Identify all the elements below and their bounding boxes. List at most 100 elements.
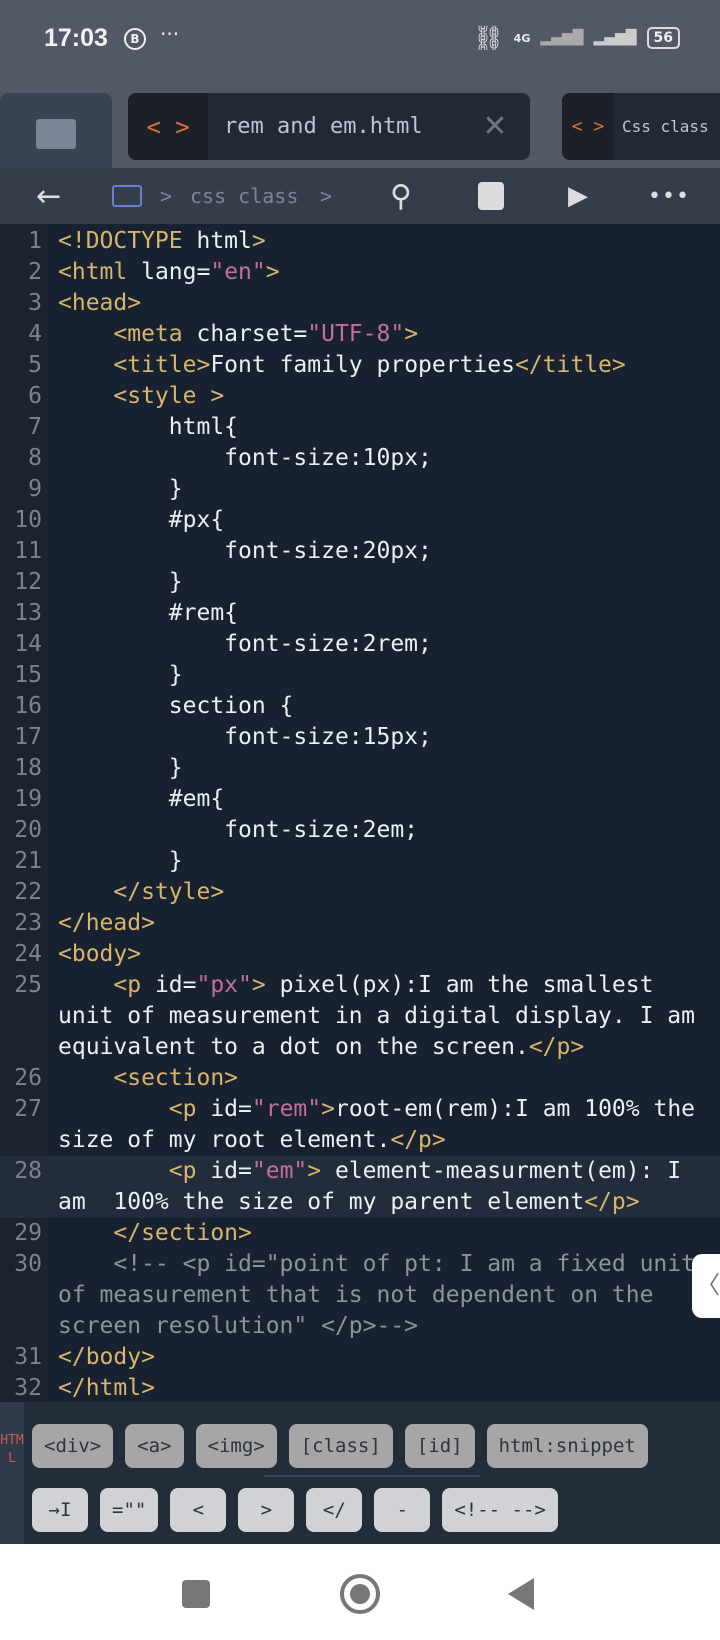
- quick-key[interactable]: [class]: [288, 1424, 393, 1468]
- quick-key[interactable]: <div>: [32, 1424, 114, 1468]
- code-text[interactable]: </section>: [48, 1218, 708, 1249]
- keyboard-mode-toggle[interactable]: HTML: [0, 1402, 24, 1544]
- line-number: 11: [14, 538, 42, 564]
- code-text[interactable]: <head>: [48, 288, 708, 319]
- quick-key[interactable]: -: [374, 1488, 431, 1532]
- code-line[interactable]: 1 <!DOCTYPE html>: [0, 226, 720, 257]
- code-line[interactable]: 32 </html>: [0, 1373, 720, 1402]
- code-text[interactable]: #rem{: [48, 598, 708, 629]
- code-line[interactable]: 24 <body>: [0, 939, 720, 970]
- code-text[interactable]: }: [48, 846, 708, 877]
- code-line[interactable]: 20 font-size:2em;: [0, 815, 720, 846]
- code-text[interactable]: font-size:15px;: [48, 722, 708, 753]
- code-text[interactable]: </head>: [48, 908, 708, 939]
- code-text[interactable]: #em{: [48, 784, 708, 815]
- code-line[interactable]: 22 </style>: [0, 877, 720, 908]
- quick-key[interactable]: <: [170, 1488, 227, 1532]
- code-line[interactable]: 16 section {: [0, 691, 720, 722]
- code-lines[interactable]: 1 <!DOCTYPE html> 2 <html lang="en"> 3 <head>…: [0, 226, 720, 1402]
- code-text[interactable]: #px{: [48, 505, 708, 536]
- code-text[interactable]: }: [48, 660, 708, 691]
- home-button[interactable]: [340, 1574, 380, 1614]
- code-text[interactable]: <!-- <p id="point of pt: I am a fixed un…: [48, 1249, 708, 1342]
- code-line[interactable]: 19 #em{: [0, 784, 720, 815]
- code-line[interactable]: 21 }: [0, 846, 720, 877]
- code-line[interactable]: 17 font-size:15px;: [0, 722, 720, 753]
- code-editor[interactable]: 1 <!DOCTYPE html> 2 <html lang="en"> 3 <head>…: [0, 224, 720, 1402]
- code-text[interactable]: html{: [48, 412, 708, 443]
- code-line[interactable]: 8 font-size:10px;: [0, 443, 720, 474]
- code-text[interactable]: <style >: [48, 381, 708, 412]
- code-line[interactable]: 7 html{: [0, 412, 720, 443]
- breadcrumb[interactable]: css class: [190, 168, 298, 224]
- code-line[interactable]: 2 <html lang="en">: [0, 257, 720, 288]
- tab-css-class[interactable]: < > Css class: [562, 93, 720, 160]
- quick-key[interactable]: [id]: [404, 1424, 475, 1468]
- more-menu-icon[interactable]: •••: [648, 168, 690, 224]
- code-line[interactable]: 12 }: [0, 567, 720, 598]
- code-line[interactable]: 27 <p id="rem">root-em(rem):I am 100% th…: [0, 1094, 720, 1156]
- code-text[interactable]: <p id="px"> pixel(px):I am the smallest …: [48, 970, 708, 1063]
- code-text[interactable]: <title>Font family properties</title>: [48, 350, 708, 381]
- code-text[interactable]: <html lang="en">: [48, 257, 708, 288]
- quick-key[interactable]: html:snippet: [486, 1424, 648, 1468]
- search-icon[interactable]: ⚲: [390, 168, 412, 224]
- code-line[interactable]: 25 <p id="px"> pixel(px):I am the smalle…: [0, 970, 720, 1063]
- quick-key[interactable]: ="": [100, 1488, 159, 1532]
- code-line[interactable]: 6 <style >: [0, 381, 720, 412]
- code-line[interactable]: 23 </head>: [0, 908, 720, 939]
- line-number: 5: [28, 352, 42, 378]
- side-panel-handle[interactable]: 〈: [692, 1254, 720, 1318]
- code-text[interactable]: <p id="rem">root-em(rem):I am 100% the s…: [48, 1094, 708, 1156]
- quick-key[interactable]: </: [306, 1488, 363, 1532]
- code-text[interactable]: <!DOCTYPE html>: [48, 226, 708, 257]
- code-line[interactable]: 3 <head>: [0, 288, 720, 319]
- code-text[interactable]: font-size:2em;: [48, 815, 708, 846]
- code-line[interactable]: 18 }: [0, 753, 720, 784]
- code-line[interactable]: 28 <p id="em"> element-measurment(em): I…: [0, 1156, 720, 1218]
- code-text[interactable]: <body>: [48, 939, 708, 970]
- token-tag: <head>: [58, 290, 142, 316]
- code-text[interactable]: <meta charset="UTF-8">: [48, 319, 708, 350]
- code-line[interactable]: 9 }: [0, 474, 720, 505]
- folder-icon[interactable]: [112, 168, 142, 224]
- quick-key[interactable]: >: [238, 1488, 295, 1532]
- tab-rem-and-em[interactable]: < > rem and em.html ✕: [128, 93, 530, 160]
- quick-key[interactable]: →I: [32, 1488, 88, 1532]
- code-line[interactable]: 14 font-size:2rem;: [0, 629, 720, 660]
- run-icon[interactable]: ▶: [568, 168, 588, 224]
- quick-key[interactable]: <img>: [195, 1424, 277, 1468]
- back-arrow-icon[interactable]: ←: [36, 168, 61, 224]
- code-line[interactable]: 30 <!-- <p id="point of pt: I am a fixed…: [0, 1249, 720, 1342]
- code-text[interactable]: }: [48, 753, 708, 784]
- code-line[interactable]: 4 <meta charset="UTF-8">: [0, 319, 720, 350]
- save-icon[interactable]: [478, 168, 504, 224]
- code-line[interactable]: 11 font-size:20px;: [0, 536, 720, 567]
- back-button[interactable]: [508, 1578, 534, 1610]
- code-line[interactable]: 5 <title>Font family properties</title>: [0, 350, 720, 381]
- code-text[interactable]: }: [48, 567, 708, 598]
- token-tag: </style>: [113, 879, 225, 905]
- code-line[interactable]: 29 </section>: [0, 1218, 720, 1249]
- code-text[interactable]: </style>: [48, 877, 708, 908]
- token-txt: html: [196, 228, 252, 254]
- code-line[interactable]: 13 #rem{: [0, 598, 720, 629]
- code-text[interactable]: </html>: [48, 1373, 708, 1402]
- code-text[interactable]: font-size:2rem;: [48, 629, 708, 660]
- code-line[interactable]: 31 </body>: [0, 1342, 720, 1373]
- code-text[interactable]: font-size:20px;: [48, 536, 708, 567]
- code-line[interactable]: 15 }: [0, 660, 720, 691]
- quick-key[interactable]: <a>: [125, 1424, 184, 1468]
- code-text[interactable]: section {: [48, 691, 708, 722]
- code-text[interactable]: }: [48, 474, 708, 505]
- recents-button[interactable]: [182, 1580, 210, 1608]
- code-line[interactable]: 10 #px{: [0, 505, 720, 536]
- code-text[interactable]: <p id="em"> element-measurment(em): I am…: [48, 1156, 708, 1218]
- code-text[interactable]: <section>: [48, 1063, 708, 1094]
- code-text[interactable]: font-size:10px;: [48, 443, 708, 474]
- file-browser-button[interactable]: [0, 93, 112, 173]
- close-tab-icon[interactable]: ✕: [460, 109, 530, 144]
- code-text[interactable]: </body>: [48, 1342, 708, 1373]
- quick-key[interactable]: <!-- -->: [442, 1488, 558, 1532]
- code-line[interactable]: 26 <section>: [0, 1063, 720, 1094]
